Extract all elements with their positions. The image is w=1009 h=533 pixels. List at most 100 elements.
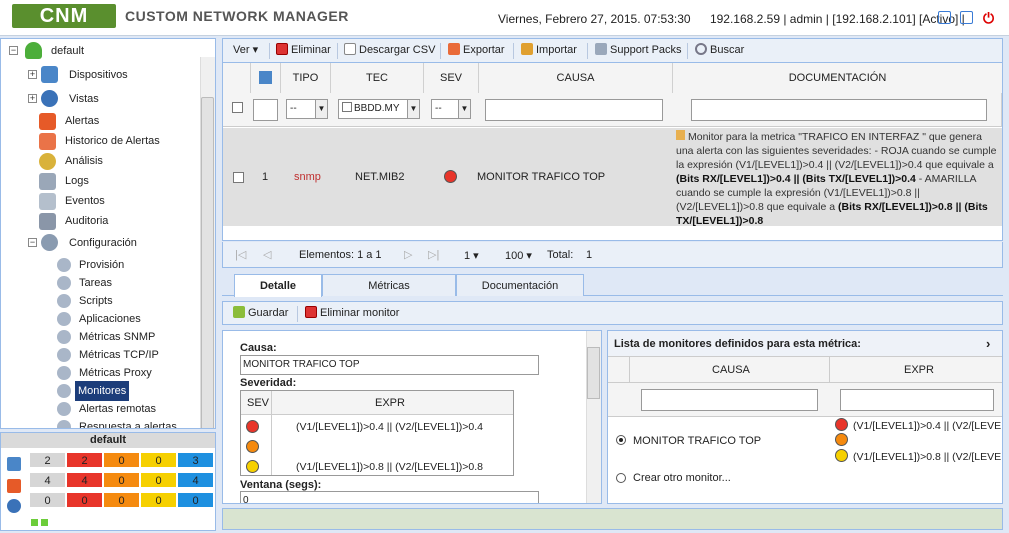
column-documentacion[interactable]: DOCUMENTACIÓN [673, 63, 1002, 93]
tec-filter-select[interactable]: BBDD.MY ▼ [338, 99, 420, 119]
create-monitor-label: Crear otro monitor... [633, 472, 731, 484]
row-checkbox[interactable] [233, 172, 244, 183]
severity-red-icon[interactable] [246, 420, 259, 433]
ver-menu-button[interactable]: Ver ▾ [233, 39, 258, 62]
causa-field[interactable]: MONITOR TRAFICO TOP [240, 355, 539, 375]
tree-item-auditoria[interactable]: Auditoria [1, 211, 201, 231]
expand-icon[interactable]: + [28, 94, 37, 103]
column-causa[interactable]: CAUSA [479, 63, 673, 93]
ventana-field[interactable]: 0 [240, 491, 539, 503]
first-page-icon[interactable]: |◁ [235, 248, 246, 261]
descargar-csv-button[interactable]: Descargar CSV [344, 39, 435, 62]
views-icon [41, 90, 58, 107]
form-scroll-thumb[interactable] [587, 347, 600, 399]
collapse-icon[interactable]: − [9, 46, 18, 55]
tipo-filter-select[interactable]: -- ▼ [286, 99, 328, 119]
config-item[interactable]: Monitores [1, 381, 201, 401]
summary-cell-yellow[interactable]: 0 [140, 492, 177, 508]
summary-cell-orange[interactable]: 0 [103, 472, 140, 488]
severity-red-icon [444, 170, 457, 183]
summary-cell-red[interactable]: 2 [66, 452, 103, 468]
documentacion-filter-input[interactable] [691, 99, 987, 121]
device-column-header[interactable] [251, 63, 281, 93]
navigation-tree: − default + Dispositivos + Vistas Alerta… [0, 38, 216, 429]
severity-orange-icon [835, 433, 848, 446]
summary-cell-yellow[interactable]: 0 [140, 452, 177, 468]
tree-scroll-thumb[interactable] [201, 97, 214, 428]
tree-item-dispositivos[interactable]: + Dispositivos [1, 65, 201, 85]
table-row[interactable]: 1 snmp NET.MIB2 MONITOR TRAFICO TOP Moni… [223, 128, 1002, 227]
tree-root[interactable]: − default [1, 41, 201, 61]
eliminar-monitor-button[interactable]: Eliminar monitor [305, 302, 399, 325]
severity-orange-icon[interactable] [246, 440, 259, 453]
tree-item-logs[interactable]: Logs [1, 171, 201, 191]
tab-metricas[interactable]: Métricas [322, 274, 456, 296]
separator [337, 43, 338, 59]
summary-cell-orange[interactable]: 0 [103, 452, 140, 468]
column-sev[interactable]: SEV [424, 63, 479, 93]
layout-icon[interactable] [938, 11, 951, 24]
summary-cell-gray[interactable]: 2 [29, 452, 66, 468]
list-causa-filter[interactable] [641, 389, 818, 411]
list-expr-filter[interactable] [840, 389, 994, 411]
eliminar-button[interactable]: Eliminar [276, 39, 331, 62]
config-item[interactable]: Aplicaciones [1, 309, 201, 329]
config-item[interactable]: Scripts [1, 291, 201, 311]
chevron-right-icon[interactable]: › [986, 336, 990, 351]
window-icon[interactable] [960, 11, 973, 24]
summary-cell-orange[interactable]: 0 [103, 492, 140, 508]
buscar-button[interactable]: Buscar [695, 39, 744, 62]
exportar-button[interactable]: Exportar [448, 39, 505, 62]
column-tec[interactable]: TEC [331, 63, 424, 93]
column-tipo[interactable]: TIPO [281, 63, 331, 93]
detail-tabs: Detalle Métricas Documentación [222, 272, 1003, 297]
summary-cell-blue[interactable]: 4 [177, 472, 214, 488]
summary-cell-red[interactable]: 0 [66, 492, 103, 508]
sev-filter-select[interactable]: -- ▼ [431, 99, 471, 119]
summary-cell-yellow[interactable]: 0 [140, 472, 177, 488]
causa-filter-input[interactable] [485, 99, 663, 121]
tree-item-historico[interactable]: Historico de Alertas [1, 131, 201, 151]
power-icon[interactable]: ⏻ [983, 10, 994, 27]
tree-item-vistas[interactable]: + Vistas [1, 89, 201, 109]
prev-page-icon[interactable]: ◁ [263, 248, 271, 261]
last-page-icon[interactable]: ▷| [428, 248, 439, 261]
config-item[interactable]: Respuesta a alertas [1, 417, 201, 428]
device-filter-input[interactable] [253, 99, 278, 121]
select-all-checkbox[interactable] [232, 102, 243, 113]
header-bar: CNM CUSTOM NETWORK MANAGER Viernes, Febr… [0, 0, 1009, 36]
tree-item-alertas[interactable]: Alertas [1, 111, 201, 131]
support-packs-button[interactable]: Support Packs [595, 39, 682, 62]
tec-checkbox[interactable] [342, 102, 352, 112]
page-select[interactable]: 1 ▾ [464, 249, 479, 262]
config-item[interactable]: Alertas remotas [1, 399, 201, 419]
list-item-create[interactable]: Crear otro monitor... [608, 465, 1002, 489]
severity-yellow-icon[interactable] [246, 460, 259, 473]
guardar-button[interactable]: Guardar [233, 302, 288, 325]
summary-cell-blue[interactable]: 3 [177, 452, 214, 468]
chevron-down-icon: ▼ [407, 100, 419, 118]
expand-icon[interactable]: + [28, 70, 37, 79]
tree-item-analisis[interactable]: Análisis [1, 151, 201, 171]
summary-cell-blue[interactable]: 0 [177, 492, 214, 508]
tab-documentacion[interactable]: Documentación [456, 274, 584, 296]
page-size-select[interactable]: 100 ▾ [505, 249, 532, 262]
list-item[interactable]: MONITOR TRAFICO TOP (V1/[LEVEL1])>0.4 ||… [608, 417, 1002, 463]
importar-button[interactable]: Importar [521, 39, 577, 62]
config-item[interactable]: Métricas SNMP [1, 327, 201, 347]
config-item[interactable]: Métricas Proxy [1, 363, 201, 383]
config-item[interactable]: Provisión [1, 255, 201, 275]
create-radio[interactable] [616, 473, 626, 483]
tree-item-eventos[interactable]: Eventos [1, 191, 201, 211]
summary-cell-red[interactable]: 4 [66, 472, 103, 488]
summary-cell-gray[interactable]: 4 [29, 472, 66, 488]
summary-cell-gray[interactable]: 0 [29, 492, 66, 508]
config-item[interactable]: Tareas [1, 273, 201, 293]
delete-icon [276, 43, 288, 55]
monitor-radio[interactable] [616, 435, 626, 445]
tab-detalle[interactable]: Detalle [234, 274, 322, 297]
next-page-icon[interactable]: ▷ [404, 248, 412, 261]
collapse-icon[interactable]: − [28, 238, 37, 247]
tree-item-configuracion[interactable]: − Configuración [1, 233, 201, 253]
config-item[interactable]: Métricas TCP/IP [1, 345, 201, 365]
